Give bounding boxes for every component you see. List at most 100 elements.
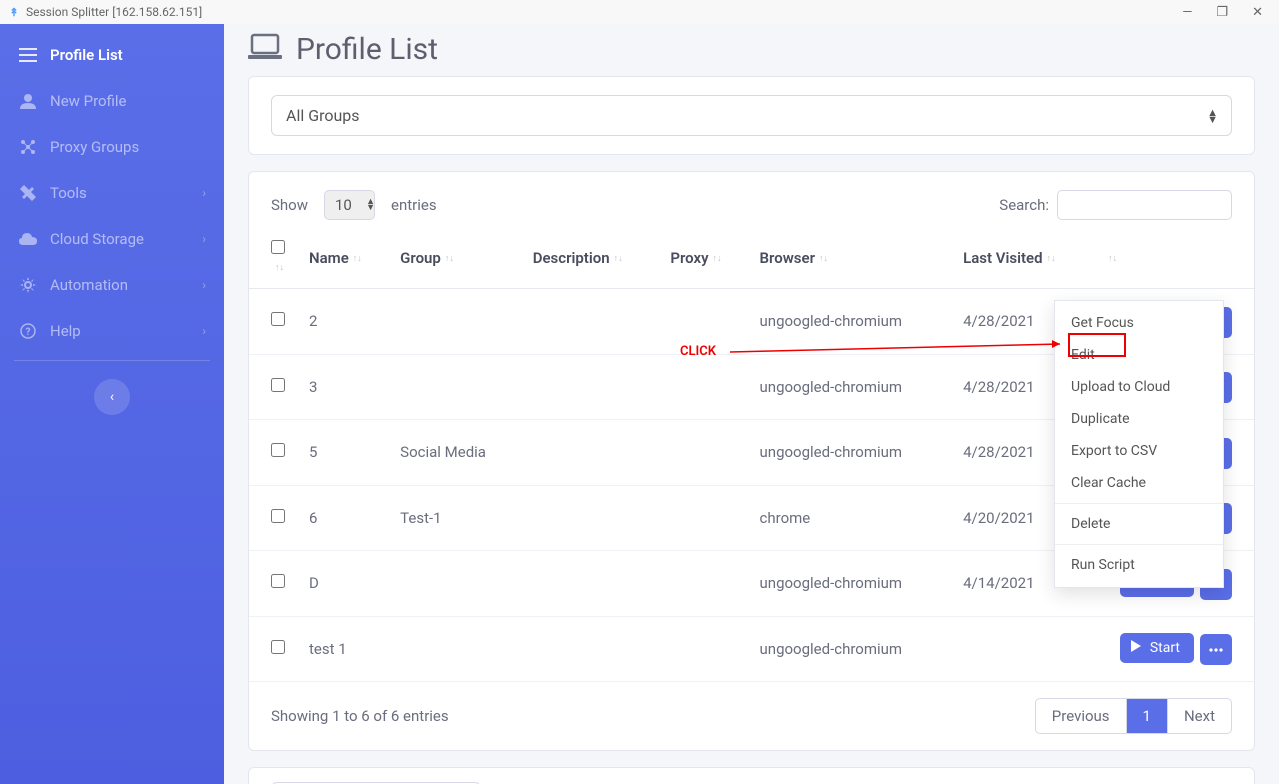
col-checkbox[interactable]: ↑↓: [249, 228, 299, 289]
sort-icon: ↑↓: [819, 256, 828, 263]
cell-group: [390, 289, 523, 355]
cell-description: [523, 551, 661, 617]
group-select[interactable]: All Groups: [271, 95, 1232, 136]
sort-icon: ↑↓: [445, 256, 454, 263]
cell-name: 3: [299, 354, 390, 420]
page-header: Profile List: [248, 30, 1255, 68]
menu-item-delete[interactable]: Delete: [1055, 508, 1223, 540]
cell-name: test 1: [299, 616, 390, 682]
chevron-right-icon: ›: [202, 278, 206, 292]
cell-proxy: [660, 354, 749, 420]
user-icon: [18, 93, 38, 109]
laptop-icon: [248, 30, 282, 68]
cell-description: [523, 354, 661, 420]
sort-icon: ↑↓: [1108, 256, 1117, 263]
row-checkbox[interactable]: [271, 312, 285, 326]
sidebar: Profile List New Profile Proxy Groups To…: [0, 24, 224, 784]
start-button[interactable]: Start: [1120, 633, 1194, 663]
col-description[interactable]: Description↑↓: [523, 228, 661, 289]
start-label: Start: [1150, 640, 1180, 656]
chevron-right-icon: ›: [202, 186, 206, 200]
cell-group: [390, 551, 523, 617]
cell-browser: ungoogled-chromium: [750, 420, 954, 486]
sidebar-label: Help: [50, 322, 81, 340]
minimize-button[interactable]: —: [1182, 5, 1192, 20]
cell-description: [523, 420, 661, 486]
table-row: test 1 ungoogled-chromium Start: [249, 616, 1254, 682]
menu-item-duplicate[interactable]: Duplicate: [1055, 403, 1223, 435]
cloud-icon: [18, 233, 38, 245]
question-icon: ?: [18, 323, 38, 339]
menu-item-export-to-csv[interactable]: Export to CSV: [1055, 435, 1223, 467]
menu-item-edit[interactable]: Edit: [1055, 339, 1223, 371]
sidebar-item-proxy-groups[interactable]: Proxy Groups: [0, 124, 224, 170]
group-select-card: All Groups ▲▼: [248, 76, 1255, 155]
select-caret-icon: ▲▼: [1207, 109, 1218, 123]
cell-group: Test-1: [390, 485, 523, 551]
bulk-actions-card: *** Bulk Actions *** ▲▼: [248, 767, 1255, 784]
cell-last-visited: [953, 616, 1094, 682]
row-checkbox[interactable]: [271, 640, 285, 654]
chevron-left-icon: ‹: [110, 389, 114, 405]
cell-proxy: [660, 485, 749, 551]
pagination: Previous 1 Next: [1035, 698, 1232, 734]
sidebar-label: Profile List: [50, 46, 123, 64]
sidebar-item-tools[interactable]: Tools ›: [0, 170, 224, 216]
table-info: Showing 1 to 6 of 6 entries: [271, 707, 449, 725]
list-icon: [18, 48, 38, 62]
cell-description: [523, 485, 661, 551]
cell-name: 2: [299, 289, 390, 355]
menu-item-get-focus[interactable]: Get Focus: [1055, 307, 1223, 339]
entries-select[interactable]: 10: [324, 190, 375, 220]
sort-icon: ↑↓: [713, 256, 722, 263]
sidebar-label: New Profile: [50, 92, 127, 110]
sidebar-item-cloud-storage[interactable]: Cloud Storage ›: [0, 216, 224, 262]
select-all-checkbox[interactable]: [271, 240, 285, 254]
sidebar-collapse-button[interactable]: ‹: [94, 379, 130, 415]
cell-browser: ungoogled-chromium: [750, 354, 954, 420]
pagination-page-1[interactable]: 1: [1127, 699, 1168, 733]
row-checkbox[interactable]: [271, 443, 285, 457]
cell-proxy: [660, 616, 749, 682]
sidebar-label: Cloud Storage: [50, 230, 144, 248]
sidebar-label: Proxy Groups: [50, 138, 139, 156]
close-button[interactable]: ✕: [1252, 5, 1263, 20]
maximize-button[interactable]: ❐: [1216, 5, 1228, 20]
sort-icon: ↑↓: [275, 265, 284, 272]
titlebar: ↟ Session Splitter [162.158.62.151] — ❐ …: [0, 0, 1279, 24]
cell-name: 6: [299, 485, 390, 551]
col-proxy[interactable]: Proxy↑↓: [660, 228, 749, 289]
sidebar-divider: [14, 360, 210, 361]
menu-divider: [1055, 544, 1223, 545]
chevron-right-icon: ›: [202, 232, 206, 246]
sidebar-item-automation[interactable]: Automation ›: [0, 262, 224, 308]
svg-text:?: ?: [26, 327, 31, 338]
wrench-icon: [18, 185, 38, 201]
row-checkbox[interactable]: [271, 509, 285, 523]
search-input[interactable]: [1057, 190, 1232, 220]
cell-group: [390, 354, 523, 420]
cell-proxy: [660, 551, 749, 617]
sidebar-item-new-profile[interactable]: New Profile: [0, 78, 224, 124]
pagination-next[interactable]: Next: [1168, 699, 1231, 733]
col-name[interactable]: Name↑↓: [299, 228, 390, 289]
menu-item-run-script[interactable]: Run Script: [1055, 549, 1223, 581]
menu-item-clear-cache[interactable]: Clear Cache: [1055, 467, 1223, 499]
sidebar-item-help[interactable]: ? Help ›: [0, 308, 224, 354]
sidebar-item-profile-list[interactable]: Profile List: [0, 32, 224, 78]
more-button[interactable]: [1200, 634, 1232, 665]
row-checkbox[interactable]: [271, 378, 285, 392]
pagination-prev[interactable]: Previous: [1036, 699, 1127, 733]
play-icon: [1130, 640, 1142, 656]
row-checkbox[interactable]: [271, 574, 285, 588]
sort-icon: ↑↓: [614, 256, 623, 263]
sort-icon: ↑↓: [353, 256, 362, 263]
col-browser[interactable]: Browser↑↓: [750, 228, 954, 289]
col-last-visited[interactable]: Last Visited↑↓: [953, 228, 1094, 289]
menu-item-upload-to-cloud[interactable]: Upload to Cloud: [1055, 371, 1223, 403]
table-footer: Showing 1 to 6 of 6 entries Previous 1 N…: [249, 682, 1254, 750]
cell-name: 5: [299, 420, 390, 486]
cell-browser: ungoogled-chromium: [750, 551, 954, 617]
sort-icon: ↑↓: [1047, 256, 1056, 263]
col-group[interactable]: Group↑↓: [390, 228, 523, 289]
